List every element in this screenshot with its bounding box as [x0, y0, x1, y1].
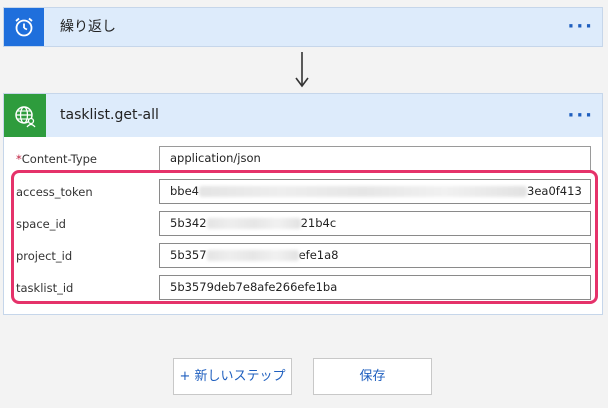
- alarm-clock-icon: [4, 8, 44, 46]
- action-title: tasklist.get-all: [60, 107, 159, 123]
- content-type-input[interactable]: application/json: [159, 146, 591, 171]
- action-card-header[interactable]: tasklist.get-all ···: [4, 94, 602, 137]
- action-more-menu-icon[interactable]: ···: [567, 94, 594, 137]
- trigger-more-menu-icon[interactable]: ···: [567, 8, 594, 46]
- highlight-annotation: [11, 170, 598, 304]
- trigger-title: 繰り返し: [60, 19, 116, 35]
- save-button[interactable]: 保存: [313, 358, 432, 395]
- field-label: Content-Type: [21, 152, 97, 166]
- globe-user-icon: [4, 94, 46, 137]
- new-step-button[interactable]: + 新しいステップ: [173, 358, 292, 395]
- flow-arrow-icon: [295, 52, 309, 88]
- trigger-card[interactable]: 繰り返し ···: [3, 7, 603, 47]
